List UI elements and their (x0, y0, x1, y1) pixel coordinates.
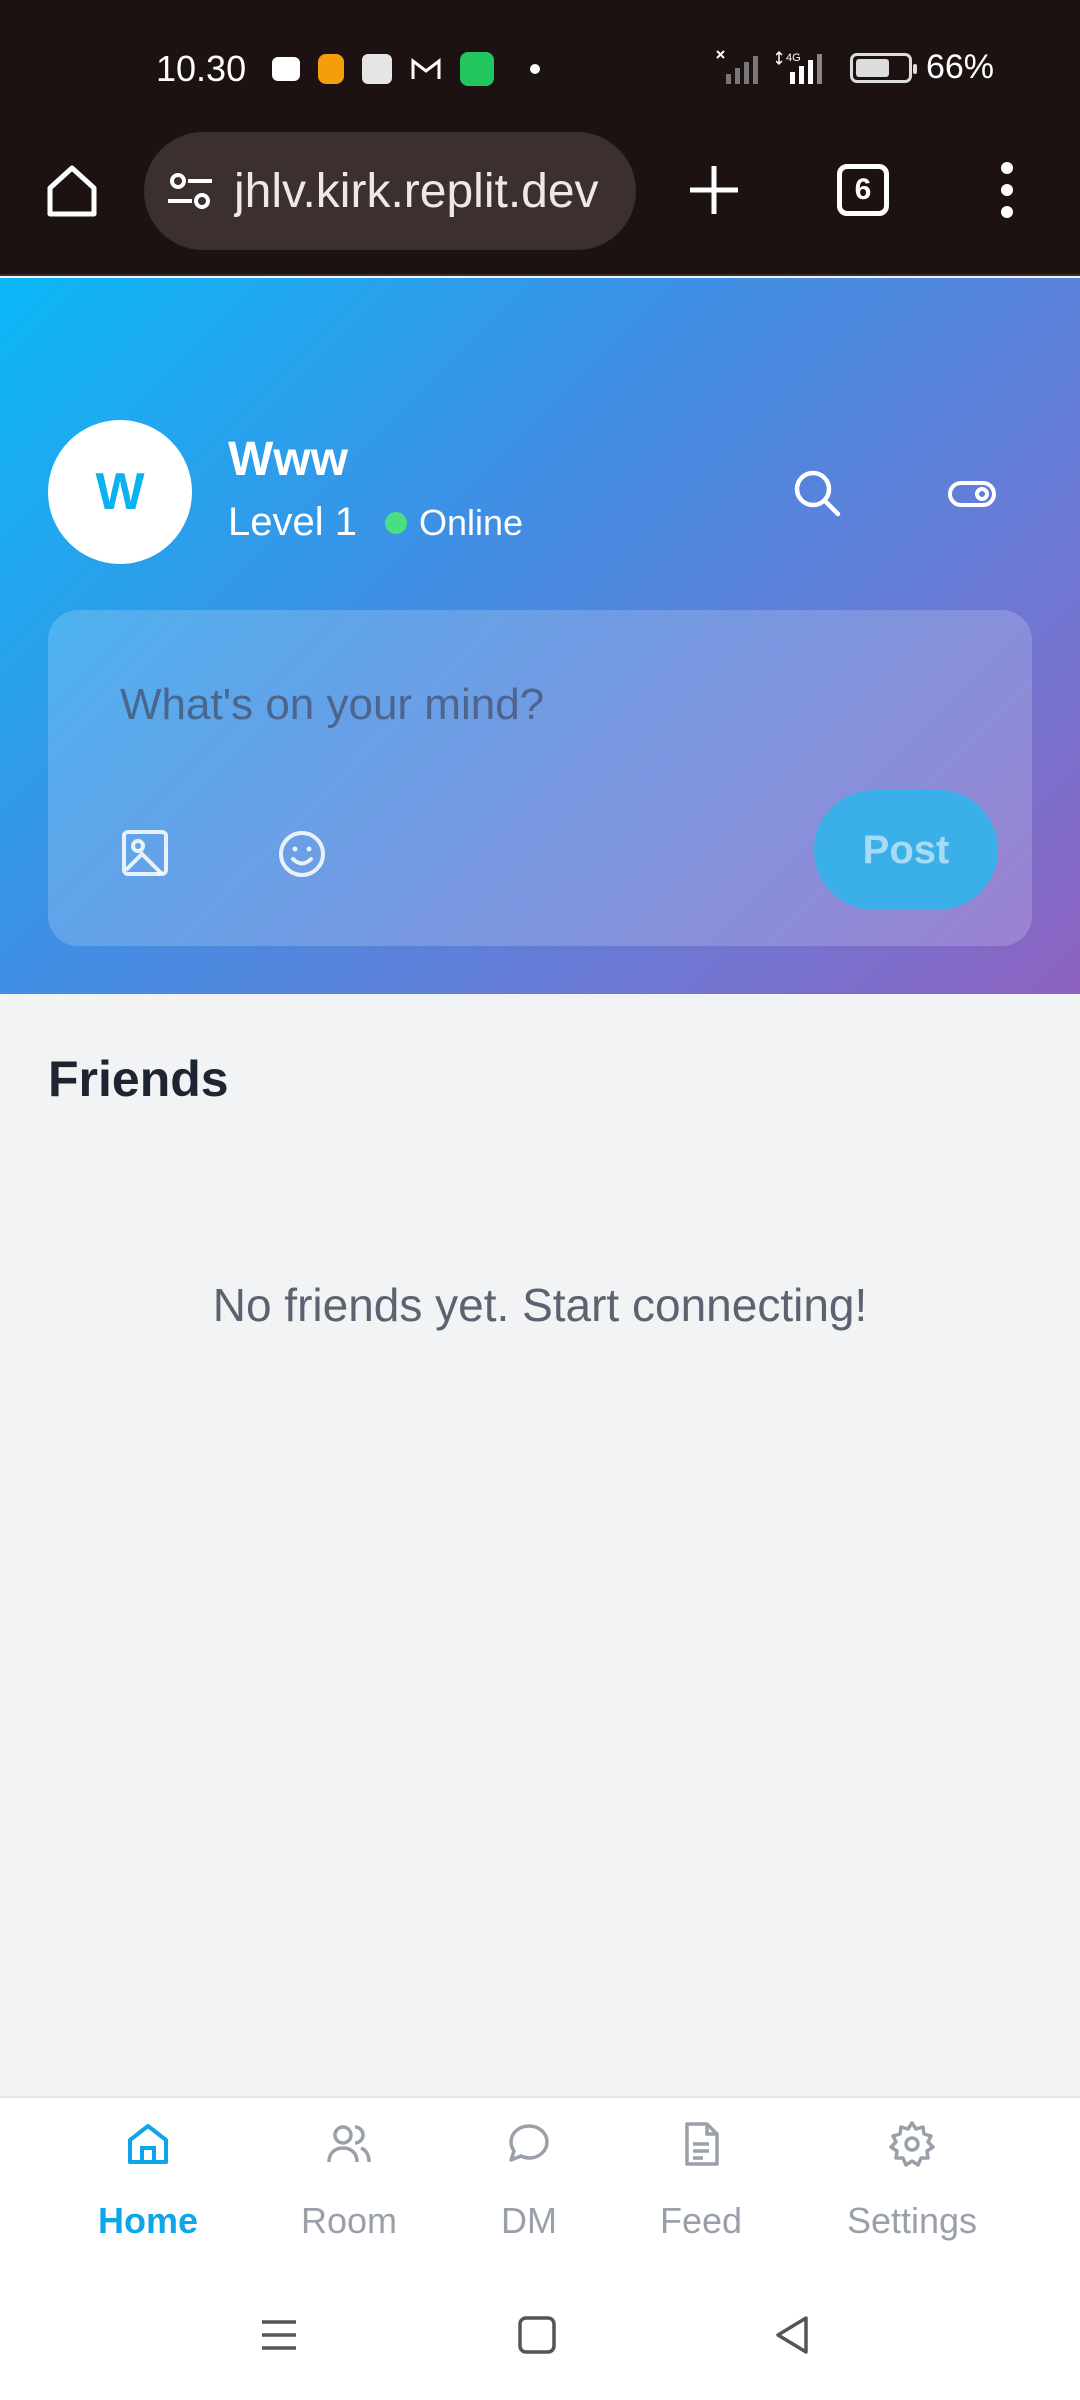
battery-icon (849, 52, 917, 83)
system-nav-bar (0, 2286, 1080, 2400)
online-indicator (384, 511, 407, 534)
users-icon (327, 2125, 371, 2163)
nav-label-feed: Feed (659, 2200, 743, 2241)
gmail-icon (411, 57, 441, 79)
toggle-icon[interactable] (946, 468, 998, 520)
site-settings-icon[interactable] (164, 165, 216, 217)
nav-item-room[interactable]: Room (249, 2118, 449, 2242)
status-bar: 10.30 4G 66% (0, 0, 1080, 130)
battery-percent: 66% (925, 48, 994, 86)
bottom-nav: Home Room DM Feed Settings (0, 2096, 1080, 2286)
more-notifications-dot (530, 64, 540, 74)
home-button-icon[interactable] (512, 2310, 562, 2360)
avatar[interactable]: W (48, 420, 192, 564)
user-level: Level 1 (228, 500, 357, 544)
user-name: Www (228, 433, 348, 486)
nav-label-settings: Settings (846, 2200, 978, 2241)
status-time: 10.30 (156, 48, 247, 89)
tab-switcher-button[interactable]: 6 (837, 164, 889, 216)
friends-empty-message: No friends yet. Start connecting! (212, 1279, 868, 1331)
network-type-label: 4G (786, 52, 801, 64)
search-icon[interactable] (790, 466, 844, 520)
address-bar[interactable]: jhlv.kirk.replit.dev (144, 132, 636, 250)
nav-label-home: Home (97, 2200, 199, 2241)
emoji-icon[interactable] (276, 828, 328, 880)
status-right: 4G 66% (716, 48, 994, 87)
nav-item-settings[interactable]: Settings (812, 2118, 1012, 2242)
more-vert-icon[interactable] (990, 158, 1024, 222)
user-meta: Level 1 Online (228, 500, 523, 545)
home-icon[interactable] (42, 160, 102, 220)
signal-x-icon (716, 49, 758, 84)
chat-bubble-icon (509, 2124, 549, 2162)
wallet-icon (272, 57, 300, 81)
battery-fill (855, 58, 889, 77)
phone-icon (460, 52, 494, 86)
j-app-icon (318, 54, 344, 84)
home-icon (128, 2124, 168, 2164)
friends-heading: Friends (48, 1051, 229, 1107)
url-text[interactable]: jhlv.kirk.replit.dev (234, 164, 614, 219)
news-app-icon (362, 54, 392, 84)
document-icon (685, 2122, 719, 2166)
user-status: Online (418, 501, 524, 543)
profile-header: W Www Level 1 Online What's on your mind… (0, 278, 1080, 994)
nav-label-dm: DM (501, 2200, 557, 2241)
signal-4g-icon: 4G (775, 50, 822, 84)
gear-icon (889, 2121, 935, 2167)
notification-icons (272, 52, 540, 86)
nav-item-dm[interactable]: DM (429, 2118, 629, 2242)
post-composer: What's on your mind? Post (48, 610, 1032, 946)
browser-toolbar: jhlv.kirk.replit.dev 6 (0, 130, 1080, 276)
back-icon[interactable] (768, 2310, 818, 2360)
new-tab-icon[interactable] (684, 160, 744, 220)
app-screen: 10.30 4G 66% jhlv.kirk.replit.dev 6 W Ww… (0, 0, 1080, 2400)
nav-item-feed[interactable]: Feed (601, 2118, 801, 2242)
post-input[interactable]: What's on your mind? (120, 680, 544, 730)
recent-apps-icon[interactable] (254, 2310, 304, 2360)
image-upload-icon[interactable] (120, 828, 170, 878)
nav-label-room: Room (300, 2200, 398, 2241)
post-button[interactable]: Post (814, 790, 998, 910)
nav-item-home[interactable]: Home (48, 2118, 248, 2242)
